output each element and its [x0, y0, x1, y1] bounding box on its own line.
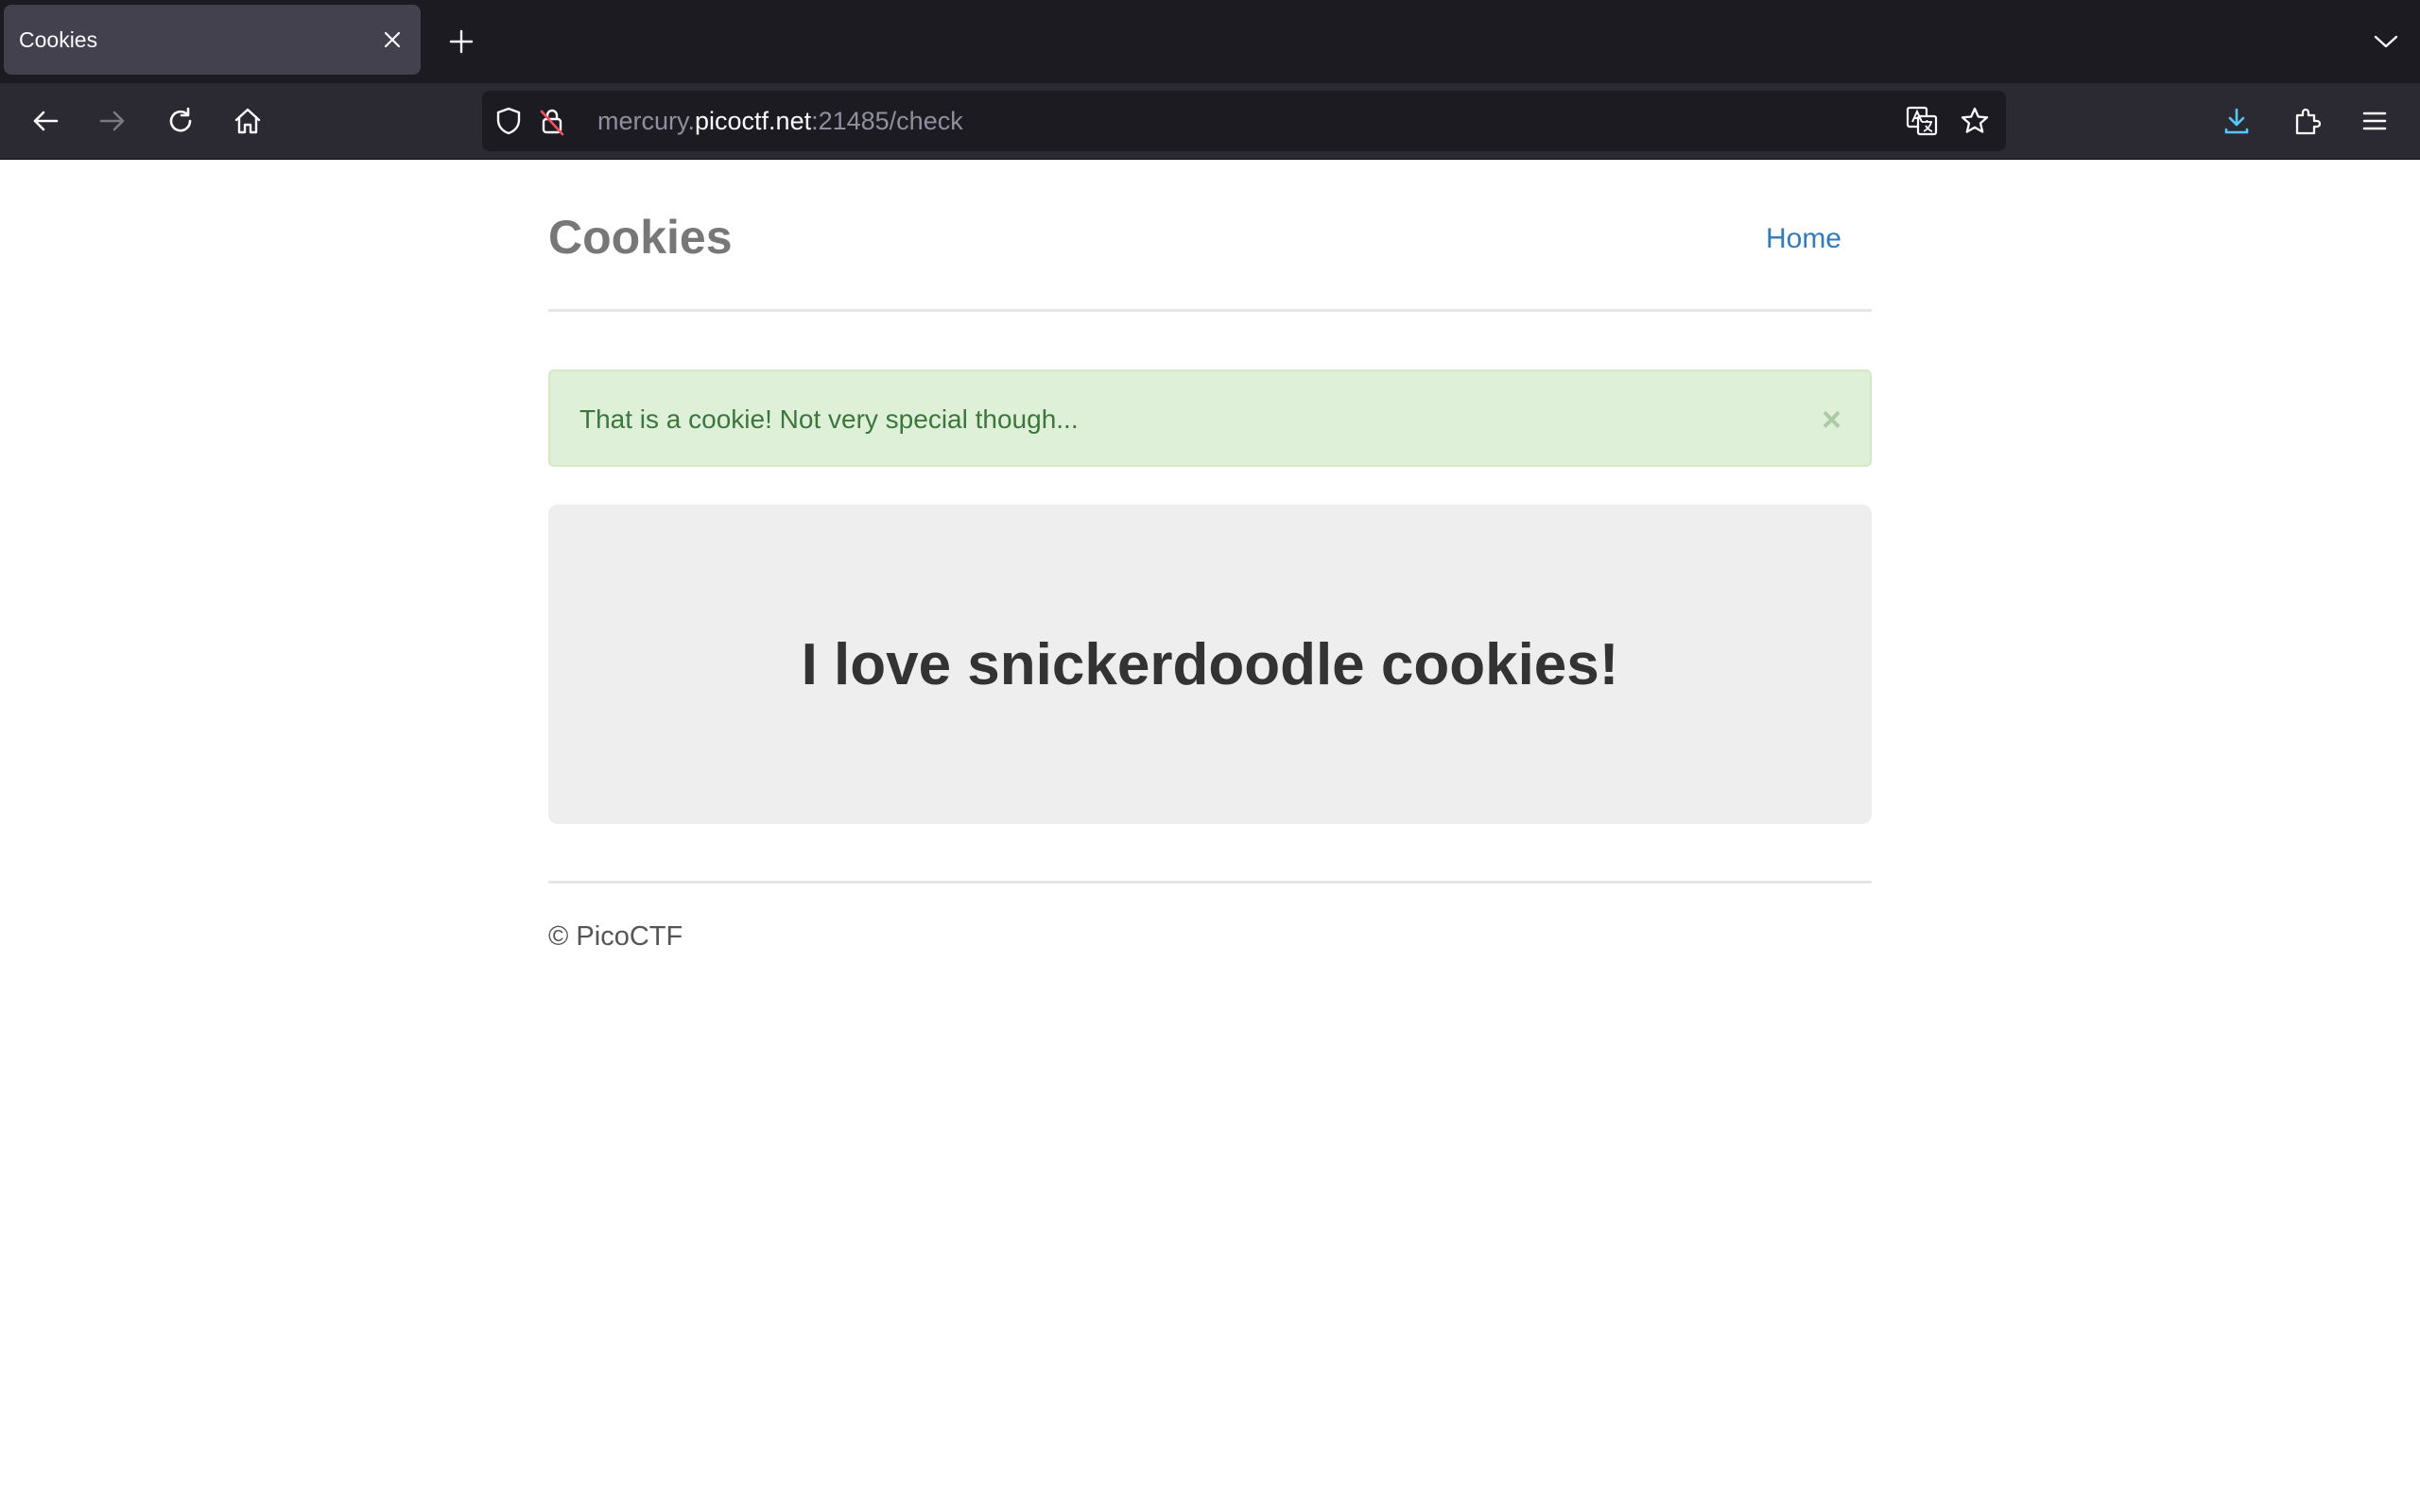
tab-title: Cookies — [19, 26, 98, 52]
url-text[interactable]: mercury.picoctf.net:21485/check — [597, 91, 963, 151]
page-container: Cookies Home That is a cookie! Not very … — [548, 161, 1872, 953]
alert-close-button[interactable]: × — [1822, 371, 1841, 467]
extensions-puzzle-icon[interactable] — [2286, 100, 2327, 142]
url-path: :21485/check — [811, 107, 963, 135]
home-icon[interactable] — [227, 100, 268, 142]
navigation-toolbar: mercury.picoctf.net:21485/check — [0, 83, 2420, 160]
new-tab-icon[interactable] — [446, 26, 476, 57]
translate-icon[interactable] — [1905, 104, 1939, 138]
hamburger-menu-icon[interactable] — [2354, 100, 2395, 142]
alert-message: That is a cookie! Not very special thoug… — [579, 404, 1079, 434]
chevron-down-icon[interactable] — [2369, 25, 2403, 59]
url-subdomain: mercury. — [597, 107, 696, 135]
reload-icon[interactable] — [160, 100, 201, 142]
footer-text: © PicoCTF — [548, 921, 683, 952]
site-brand: Cookies — [548, 211, 733, 264]
bookmark-star-icon[interactable] — [1958, 104, 1992, 138]
success-alert: That is a cookie! Not very special thoug… — [548, 369, 1872, 467]
site-header: Cookies Home — [548, 161, 1872, 312]
site-footer: © PicoCTF — [548, 881, 1872, 953]
nav-home-link[interactable]: Home — [1766, 223, 1841, 255]
forward-arrow-icon[interactable] — [92, 100, 133, 142]
browser-tab[interactable]: Cookies — [4, 5, 421, 75]
url-host: picoctf.net — [695, 107, 812, 135]
insecure-lock-icon[interactable] — [535, 104, 569, 138]
close-tab-icon[interactable] — [377, 25, 407, 55]
tab-strip: Cookies — [0, 0, 2420, 83]
shield-icon[interactable] — [492, 104, 526, 138]
back-arrow-icon[interactable] — [25, 100, 66, 142]
download-icon[interactable] — [2216, 100, 2257, 142]
address-bar[interactable]: mercury.picoctf.net:21485/check — [482, 91, 2006, 151]
jumbotron-heading: I love snickerdoodle cookies! — [801, 631, 1619, 697]
jumbotron: I love snickerdoodle cookies! — [548, 505, 1872, 824]
